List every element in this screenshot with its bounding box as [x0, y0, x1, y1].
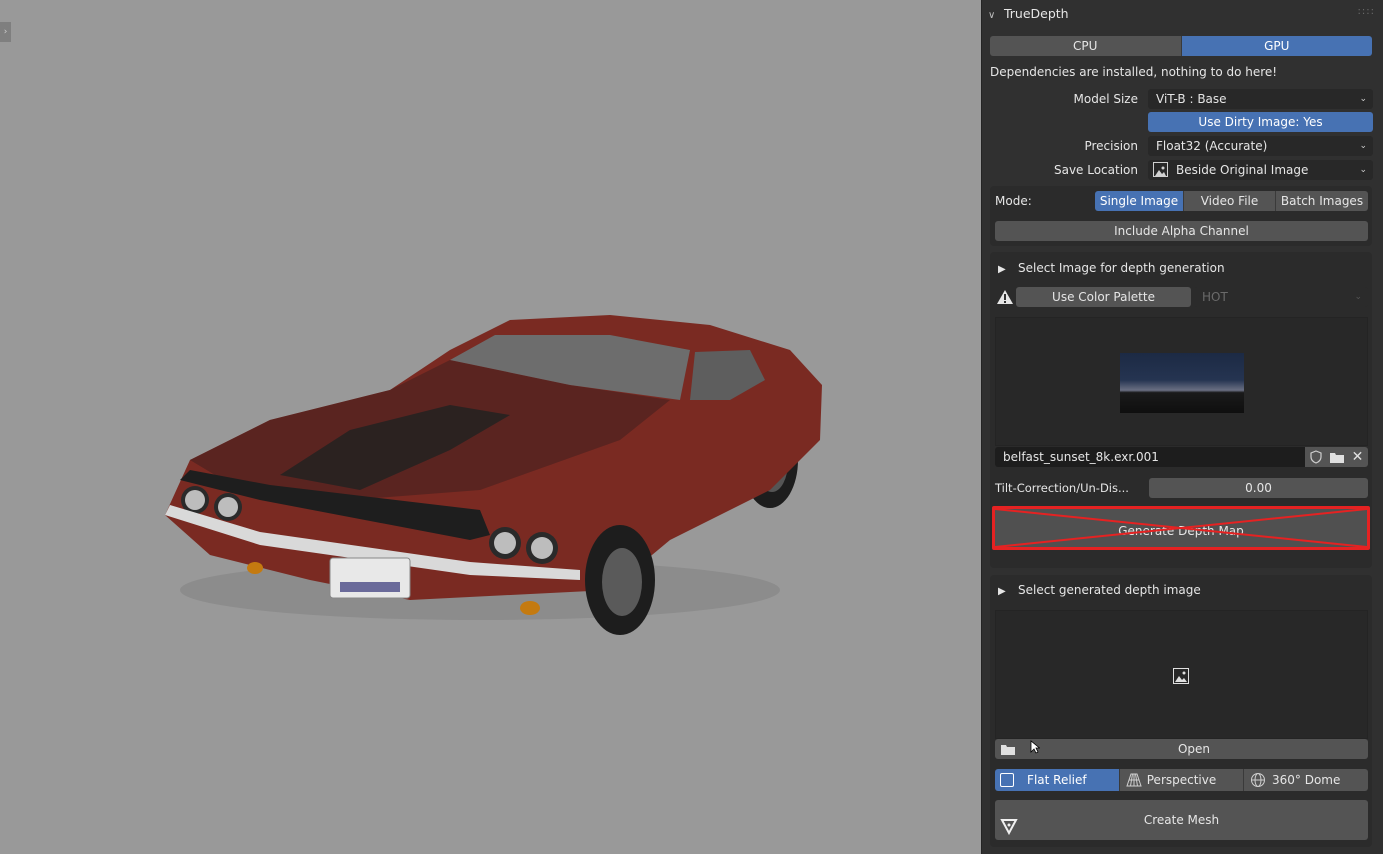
expand-triangle-icon: ▶ [998, 586, 1006, 597]
expand-sidebar-handle[interactable]: › [0, 22, 11, 42]
save-location-dropdown[interactable]: Beside Original Image ⌄ [1148, 160, 1373, 180]
drag-grip-icon[interactable]: :::: [1358, 6, 1375, 17]
select-depth-header-label: Select generated depth image [1018, 583, 1201, 597]
tilt-correction-label: Tilt-Correction/Un-Dis... [995, 481, 1129, 495]
include-alpha-channel-button[interactable]: Include Alpha Channel [995, 221, 1368, 241]
use-color-palette-button[interactable]: Use Color Palette [1016, 287, 1191, 307]
close-icon[interactable]: ✕ [1347, 447, 1368, 467]
chevron-down-icon: ⌄ [1359, 94, 1367, 104]
projection-flat-relief[interactable]: Flat Relief [995, 769, 1120, 791]
select-image-header-label: Select Image for depth generation [1018, 261, 1225, 275]
panel-title: TrueDepth [1003, 6, 1069, 21]
mouse-cursor-icon [1030, 740, 1040, 754]
chevron-down-icon: ∨ [988, 10, 996, 21]
precision-value: Float32 (Accurate) [1156, 139, 1268, 153]
projection-selector: Flat Relief Perspective 360° Dome [995, 769, 1368, 791]
open-folder-icon[interactable] [995, 739, 1020, 759]
precision-label: Precision [1084, 139, 1138, 153]
globe-icon [1250, 772, 1266, 791]
precision-dropdown[interactable]: Float32 (Accurate) ⌄ [1148, 136, 1373, 156]
create-mesh-button[interactable]: Create Mesh [995, 800, 1368, 840]
projection-360-dome-label: 360° Dome [1271, 773, 1341, 787]
palette-value: HOT [1202, 290, 1228, 304]
open-folder-icon[interactable] [1326, 447, 1347, 467]
mode-video-file[interactable]: Video File [1184, 191, 1276, 211]
model-size-label: Model Size [1073, 92, 1138, 106]
tab-cpu[interactable]: CPU [990, 36, 1182, 56]
fake-user-shield-icon[interactable] [1305, 447, 1326, 467]
depth-preview-area[interactable] [995, 610, 1368, 739]
model-size-dropdown[interactable]: ViT-B : Base ⌄ [1148, 89, 1373, 109]
image-placeholder-icon [1173, 668, 1189, 684]
image-preview-area[interactable] [995, 317, 1368, 446]
device-selector: CPU GPU [990, 36, 1372, 56]
mode-single-image[interactable]: Single Image [1095, 191, 1184, 211]
save-location-value: Beside Original Image [1176, 163, 1309, 177]
projection-flat-relief-label: Flat Relief [1027, 773, 1087, 787]
square-icon [1000, 773, 1014, 787]
palette-dropdown[interactable]: HOT ⌄ [1194, 287, 1368, 307]
dependencies-status: Dependencies are installed, nothing to d… [990, 65, 1278, 79]
mode-batch-images[interactable]: Batch Images [1276, 191, 1368, 211]
projection-perspective-label: Perspective [1146, 773, 1217, 787]
save-location-label: Save Location [1053, 163, 1138, 177]
3d-viewport[interactable]: › [0, 0, 981, 854]
mesh-triangle-icon [1000, 811, 1018, 851]
warning-icon [995, 287, 1015, 307]
expand-triangle-icon: ▶ [998, 264, 1006, 275]
image-filename-field[interactable]: belfast_sunset_8k.exr.001 [995, 447, 1305, 467]
select-depth-header[interactable]: ▶ Select generated depth image [998, 580, 1358, 600]
tab-gpu[interactable]: GPU [1181, 36, 1372, 56]
create-mesh-label: Create Mesh [1143, 813, 1220, 827]
open-depth-image-button[interactable]: Open [1020, 739, 1368, 759]
truedepth-sidebar-panel: ∨ TrueDepth :::: CPU GPU Dependencies ar… [981, 0, 1383, 854]
projection-360-dome[interactable]: 360° Dome [1244, 769, 1368, 791]
red-cross-mark [995, 509, 1367, 547]
tilt-correction-slider[interactable]: 0.00 [1149, 478, 1368, 498]
chevron-down-icon: ⌄ [1359, 165, 1367, 175]
image-thumbnail [1120, 353, 1244, 413]
select-image-header[interactable]: ▶ Select Image for depth generation [998, 258, 1358, 278]
perspective-grid-icon [1125, 772, 1142, 791]
generate-depth-map-button[interactable]: Generate Depth Map [992, 506, 1370, 550]
mode-label: Mode: [995, 194, 1032, 208]
chevron-down-icon: ⌄ [1354, 292, 1362, 302]
model-size-value: ViT-B : Base [1156, 92, 1227, 106]
projection-perspective[interactable]: Perspective [1119, 769, 1245, 791]
image-icon [1153, 162, 1168, 177]
panel-header[interactable]: ∨ TrueDepth [988, 4, 1069, 24]
car-model-render [165, 315, 822, 635]
mode-selector: Single Image Video File Batch Images [1095, 191, 1368, 211]
use-dirty-image-toggle[interactable]: Use Dirty Image: Yes [1148, 112, 1373, 132]
chevron-down-icon: ⌄ [1359, 141, 1367, 151]
